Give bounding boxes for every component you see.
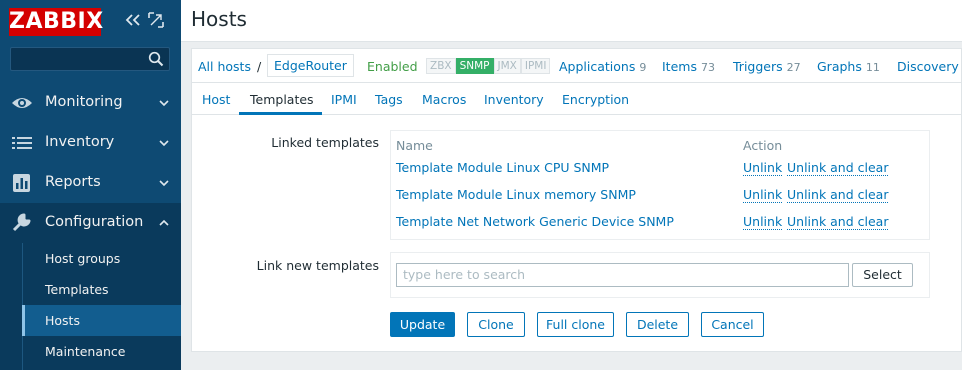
graphs-label: Graphs <box>817 59 862 74</box>
tab-ipmi[interactable]: IPMI <box>331 92 357 107</box>
triggers-label: Triggers <box>733 59 783 74</box>
nav-inventory[interactable]: Inventory <box>0 123 181 163</box>
update-button[interactable]: Update <box>390 312 455 337</box>
items-label: Items <box>662 59 697 74</box>
wrench-icon <box>12 213 31 232</box>
collapse-sidebar-icon[interactable] <box>124 10 142 30</box>
delete-button[interactable]: Delete <box>626 312 689 337</box>
nav-configuration[interactable]: Configuration <box>0 203 181 243</box>
availability-badges: ZBX SNMP JMX IPMI <box>426 58 551 74</box>
tab-tags[interactable]: Tags <box>375 92 403 107</box>
kiosk-mode-icon[interactable] <box>148 12 164 28</box>
nav-monitoring-label: Monitoring <box>45 94 123 110</box>
search-icon[interactable] <box>148 51 164 67</box>
template-search-input[interactable]: type here to search <box>396 263 849 287</box>
ipmi-badge: IPMI <box>520 58 551 74</box>
tab-encryption[interactable]: Encryption <box>562 92 629 107</box>
tab-host[interactable]: Host <box>202 92 230 107</box>
submenu-host-groups[interactable]: Host groups <box>22 243 181 274</box>
unlink-and-clear-button[interactable]: Unlink and clear <box>787 187 889 203</box>
clone-button[interactable]: Clone <box>467 312 525 337</box>
current-host-link[interactable]: EdgeRouter <box>267 54 354 77</box>
submenu-maintenance[interactable]: Maintenance <box>22 336 181 367</box>
template-link[interactable]: Template Net Network Generic Device SNMP <box>396 214 674 229</box>
linked-templates-table: Name Action Template Module Linux CPU SN… <box>390 130 930 240</box>
nav-inventory-label: Inventory <box>45 134 115 150</box>
linked-templates-label: Linked templates <box>271 135 379 150</box>
cancel-button[interactable]: Cancel <box>701 312 764 337</box>
list-icon <box>12 137 32 149</box>
discovery-label: Discovery <box>897 59 959 74</box>
nav-reports-label: Reports <box>45 174 101 190</box>
submenu-templates[interactable]: Templates <box>22 274 181 305</box>
sidebar-search-input[interactable] <box>10 47 170 71</box>
triggers-count: 27 <box>786 61 801 74</box>
applications-count: 9 <box>639 61 647 74</box>
all-hosts-link[interactable]: All hosts <box>198 59 251 74</box>
snmp-badge: SNMP <box>455 58 494 74</box>
nav-configuration-label: Configuration <box>45 214 144 230</box>
template-link[interactable]: Template Module Linux CPU SNMP <box>396 160 609 175</box>
zbx-badge: ZBX <box>426 58 456 74</box>
active-tab-indicator <box>239 112 322 115</box>
unlink-button[interactable]: Unlink <box>743 214 783 230</box>
chevron-up-icon <box>159 219 169 226</box>
unlink-button[interactable]: Unlink <box>743 160 783 176</box>
chevron-down-icon <box>159 140 169 147</box>
tab-inventory[interactable]: Inventory <box>484 92 544 107</box>
nav-monitoring[interactable]: Monitoring <box>0 83 181 123</box>
unlink-and-clear-button[interactable]: Unlink and clear <box>787 214 889 230</box>
form-tabs: Host Templates IPMI Tags Macros Inventor… <box>192 83 962 115</box>
zabbix-logo[interactable]: ZABBIX <box>9 8 103 36</box>
host-navigation: All hosts / EdgeRouter Enabled ZBX SNMP … <box>191 48 962 82</box>
table-row: Template Module Linux memory SNMP Unlink… <box>391 185 929 212</box>
items-link[interactable]: Items 73 <box>662 59 715 74</box>
graphs-count: 11 <box>865 61 880 74</box>
column-header-action: Action <box>743 138 783 153</box>
chevron-down-icon <box>159 100 169 107</box>
jmx-badge: JMX <box>493 58 521 74</box>
template-link[interactable]: Template Module Linux memory SNMP <box>396 187 636 202</box>
unlink-button[interactable]: Unlink <box>743 187 783 203</box>
unlink-and-clear-button[interactable]: Unlink and clear <box>787 160 889 176</box>
triggers-link[interactable]: Triggers 27 <box>733 59 801 74</box>
discovery-link[interactable]: Discovery <box>897 59 959 74</box>
sidebar: ZABBIX Monitoring Inventory Reports Conf… <box>0 0 181 370</box>
eye-icon <box>12 98 32 108</box>
main-content: Hosts All hosts / EdgeRouter Enabled ZBX… <box>181 0 962 370</box>
status-enabled-link[interactable]: Enabled <box>367 59 418 74</box>
page-title: Hosts <box>191 7 247 31</box>
graphs-link[interactable]: Graphs 11 <box>817 59 880 74</box>
link-new-templates-label: Link new templates <box>256 258 379 273</box>
applications-label: Applications <box>559 59 636 74</box>
page-header: Hosts <box>181 0 962 42</box>
applications-link[interactable]: Applications 9 <box>559 59 646 74</box>
chart-icon <box>13 174 30 192</box>
host-form: Host Templates IPMI Tags Macros Inventor… <box>191 82 962 352</box>
table-row: Template Net Network Generic Device SNMP… <box>391 212 929 239</box>
nav-reports[interactable]: Reports <box>0 163 181 203</box>
full-clone-button[interactable]: Full clone <box>537 312 614 337</box>
items-count: 73 <box>700 61 715 74</box>
tab-templates[interactable]: Templates <box>250 92 314 107</box>
chevron-down-icon <box>159 180 169 187</box>
select-button[interactable]: Select <box>852 263 913 287</box>
submenu-hosts[interactable]: Hosts <box>22 305 181 336</box>
link-new-templates-box: type here to search Select <box>390 252 930 298</box>
table-row: Template Module Linux CPU SNMP Unlink Un… <box>391 158 929 185</box>
breadcrumb-separator: / <box>257 59 262 74</box>
tab-macros[interactable]: Macros <box>422 92 466 107</box>
column-header-name: Name <box>396 138 433 153</box>
